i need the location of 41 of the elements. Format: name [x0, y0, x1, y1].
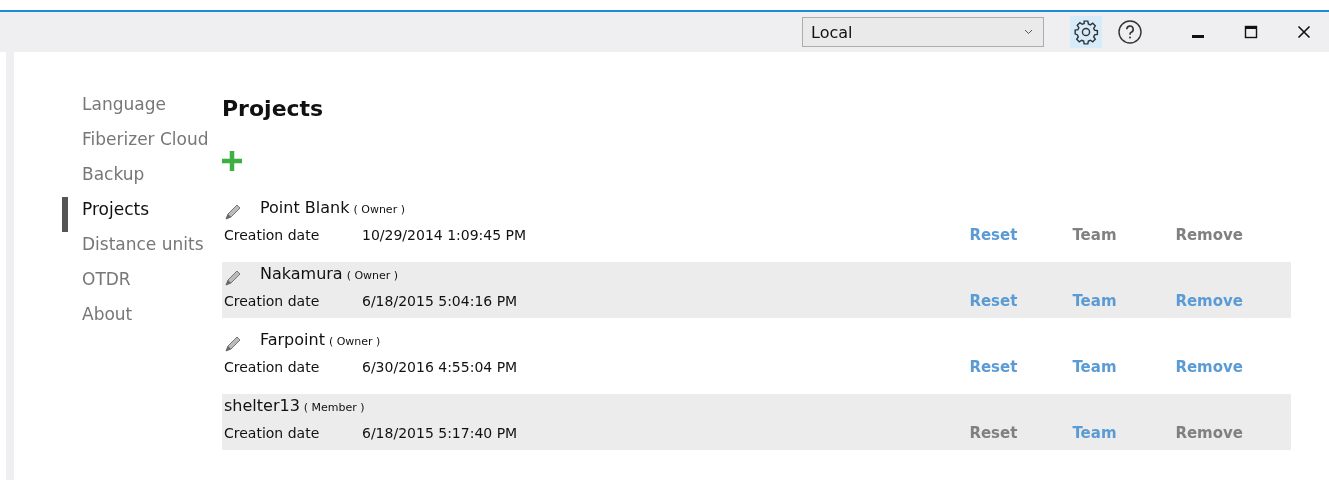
page-title: Projects — [222, 96, 324, 121]
project-name: Point Blank — [260, 198, 350, 217]
action-link[interactable]: Remove — [1175, 358, 1243, 376]
pencil-icon[interactable] — [224, 269, 242, 287]
minimize-icon — [1192, 34, 1204, 38]
pencil-icon[interactable] — [224, 203, 242, 221]
sidebar-item[interactable]: Language — [62, 92, 166, 127]
creation-date: 6/18/2015 5:17:40 PM — [362, 425, 518, 441]
project-role: ( Owner ) — [346, 269, 399, 282]
creation-date: 10/29/2014 1:09:45 PM — [362, 227, 527, 243]
pencil-icon[interactable] — [224, 335, 242, 353]
maximize-icon — [1244, 25, 1258, 39]
chevron-down-icon — [1024, 29, 1033, 35]
action-link[interactable]: Team — [1072, 424, 1176, 442]
sidebar-item[interactable]: Distance units — [62, 232, 204, 267]
date-label: Creation date — [224, 227, 321, 243]
location-dropdown[interactable]: Local — [802, 17, 1044, 47]
close-icon — [1297, 25, 1311, 39]
settings-button[interactable] — [1070, 16, 1102, 48]
sidebar-item[interactable]: OTDR — [62, 267, 131, 302]
project-role: ( Owner ) — [353, 203, 405, 216]
creation-date: 6/30/2016 4:55:04 PM — [362, 359, 518, 375]
action-link[interactable]: Reset — [969, 358, 1073, 376]
project-name: shelter13 — [224, 396, 300, 415]
creation-date: 6/18/2015 5:04:16 PM — [362, 293, 518, 309]
project-name: Farpoint — [260, 330, 325, 349]
date-label: Creation date — [224, 425, 321, 441]
action-link[interactable]: Team — [1072, 358, 1176, 376]
project-role: ( Owner ) — [328, 335, 381, 348]
sidebar-item[interactable]: Backup — [62, 162, 145, 197]
date-label: Creation date — [224, 359, 321, 375]
sidebar-item[interactable]: About — [62, 302, 133, 337]
sidebar-item[interactable]: Projects — [62, 197, 150, 232]
action-link[interactable]: Remove — [1175, 292, 1243, 310]
action-link[interactable]: Team — [1072, 292, 1176, 310]
action-link[interactable]: Reset — [969, 292, 1073, 310]
date-label: Creation date — [224, 293, 321, 309]
action-link[interactable]: Reset — [969, 226, 1073, 244]
project-role: ( Member ) — [303, 401, 365, 414]
project-name: Nakamura — [260, 264, 343, 283]
sidebar-item[interactable]: Fiberizer Cloud — [62, 127, 209, 162]
